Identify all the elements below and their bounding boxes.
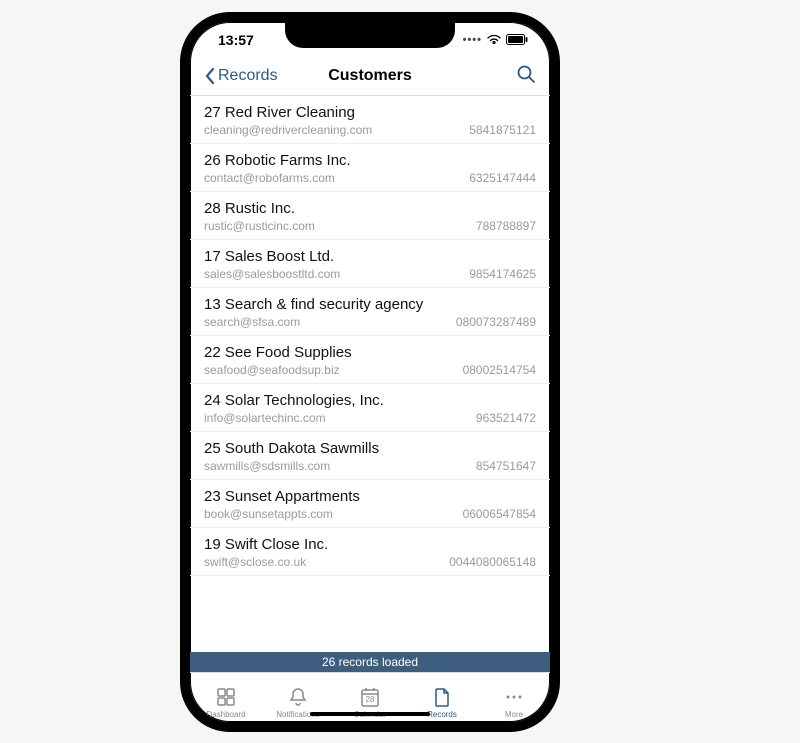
tab-label: Records <box>427 710 457 719</box>
tab-label: Dashboard <box>206 710 245 719</box>
customer-email: search@sfsa.com <box>204 315 448 329</box>
customer-phone: 5841875121 <box>469 123 536 137</box>
customer-phone: 9854174625 <box>469 267 536 281</box>
customer-phone: 963521472 <box>476 411 536 425</box>
customer-email: info@solartechinc.com <box>204 411 468 425</box>
search-icon <box>516 64 536 84</box>
customer-phone: 080073287489 <box>456 315 536 329</box>
customer-title: 22 See Food Supplies <box>204 344 536 361</box>
battery-icon <box>506 32 528 48</box>
customer-title: 24 Solar Technologies, Inc. <box>204 392 536 409</box>
dashboard-icon <box>215 686 237 708</box>
cellular-icon: •••• <box>463 34 482 46</box>
customer-email: sales@salesboostltd.com <box>204 267 461 281</box>
customer-phone: 08002514754 <box>463 363 536 377</box>
customer-row[interactable]: 19 Swift Close Inc. swift@sclose.co.uk 004… <box>190 528 550 576</box>
search-button[interactable] <box>516 64 536 89</box>
notch <box>285 22 455 48</box>
customer-row[interactable]: 27 Red River Cleaning cleaning@redrivercl… <box>190 96 550 144</box>
tab-more[interactable]: More <box>482 686 546 719</box>
tab-label: More <box>505 710 523 719</box>
customer-email: sawmills@sdsmills.com <box>204 459 468 473</box>
customer-title: 26 Robotic Farms Inc. <box>204 152 536 169</box>
customer-row[interactable]: 17 Sales Boost Ltd. sales@salesboostltd.c… <box>190 240 550 288</box>
customer-row[interactable]: 28 Rustic Inc. rustic@rusticinc.com 788788… <box>190 192 550 240</box>
tab-bar: DashboardNotifications28CalendarRecordsM… <box>190 672 550 728</box>
customer-phone: 06006547854 <box>463 507 536 521</box>
customer-row[interactable]: 23 Sunset Appartments book@sunsetappts.co… <box>190 480 550 528</box>
customer-title: 25 South Dakota Sawmills <box>204 440 536 457</box>
phone-frame: 13:57 •••• Records Customers 27 Red Rive… <box>180 12 560 732</box>
customer-phone: 788788897 <box>476 219 536 233</box>
customer-row[interactable]: 13 Search & find security agency search@s… <box>190 288 550 336</box>
customer-phone: 0044080065148 <box>449 555 536 569</box>
customer-row[interactable]: 26 Robotic Farms Inc. contact@robofarms.c… <box>190 144 550 192</box>
svg-text:28: 28 <box>366 695 375 704</box>
chevron-left-icon <box>204 67 216 85</box>
more-icon <box>503 686 525 708</box>
customer-phone: 854751647 <box>476 459 536 473</box>
customer-row[interactable]: 22 See Food Supplies seafood@seafoodsup.b… <box>190 336 550 384</box>
customer-title: 13 Search & find security agency <box>204 296 536 313</box>
customer-email: cleaning@redrivercleaning.com <box>204 123 461 137</box>
customer-email: rustic@rusticinc.com <box>204 219 468 233</box>
customer-phone: 6325147444 <box>469 171 536 185</box>
customer-row[interactable]: 24 Solar Technologies, Inc. info@solartec… <box>190 384 550 432</box>
customer-title: 17 Sales Boost Ltd. <box>204 248 536 265</box>
records-icon <box>431 686 453 708</box>
customer-list[interactable]: 27 Red River Cleaning cleaning@redrivercl… <box>190 96 550 652</box>
calendar-icon: 28 <box>359 686 381 708</box>
customer-email: contact@robofarms.com <box>204 171 461 185</box>
back-button[interactable]: Records <box>204 67 278 85</box>
home-indicator[interactable] <box>310 712 430 716</box>
wifi-icon <box>486 32 502 48</box>
customer-title: 28 Rustic Inc. <box>204 200 536 217</box>
customer-email: swift@sclose.co.uk <box>204 555 441 569</box>
customer-title: 27 Red River Cleaning <box>204 104 536 121</box>
customer-title: 23 Sunset Appartments <box>204 488 536 505</box>
back-label: Records <box>218 67 278 85</box>
customer-email: book@sunsetappts.com <box>204 507 455 521</box>
tab-dashboard[interactable]: Dashboard <box>194 686 258 719</box>
records-loaded-status: 26 records loaded <box>190 652 550 672</box>
notifications-icon <box>287 686 309 708</box>
customer-title: 19 Swift Close Inc. <box>204 536 536 553</box>
customer-email: seafood@seafoodsup.biz <box>204 363 455 377</box>
navigation-bar: Records Customers <box>190 58 550 96</box>
customer-row[interactable]: 25 South Dakota Sawmills sawmills@sdsmill… <box>190 432 550 480</box>
page-title: Customers <box>328 67 412 85</box>
